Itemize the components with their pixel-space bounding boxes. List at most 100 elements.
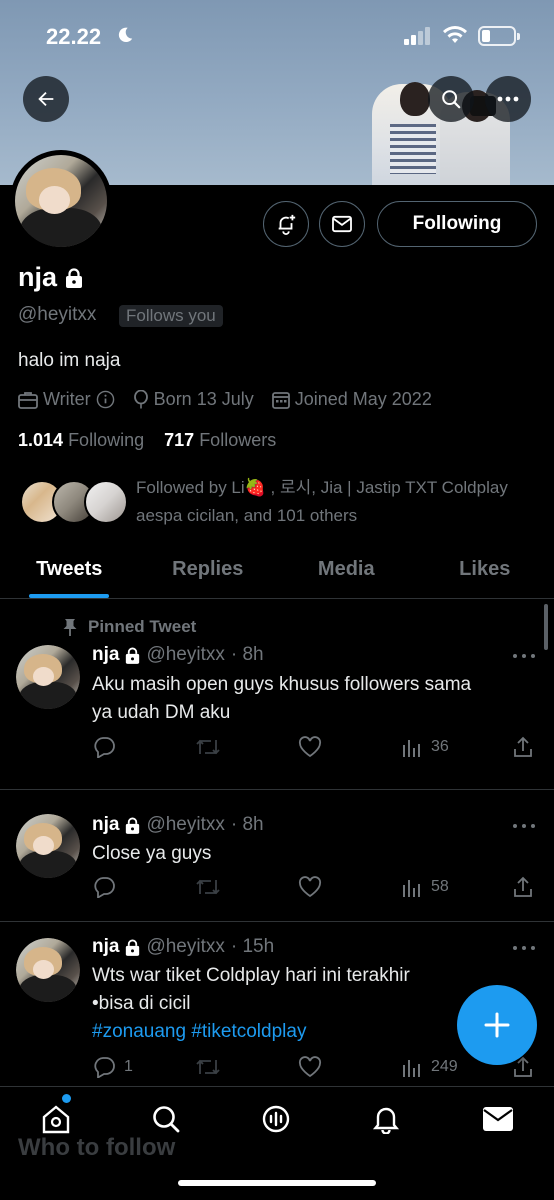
profile-avatar[interactable] [10, 150, 112, 252]
follower-avatar [84, 480, 128, 524]
search-icon [442, 90, 461, 109]
tab-tweets[interactable]: Tweets [0, 540, 139, 598]
tweet-avatar[interactable] [16, 938, 80, 1002]
share-button[interactable] [512, 876, 534, 898]
tweet-more-icon[interactable] [512, 652, 536, 660]
followers-count: 717 [164, 430, 195, 450]
tweet-header: nja @heyitxx · 8h [92, 644, 264, 666]
envelope-icon [483, 1107, 513, 1131]
tweet-author-handle: @heyitxx [146, 814, 225, 835]
who-to-follow-heading: Who to follow [18, 1134, 176, 1161]
heart-icon [298, 736, 322, 758]
balloon-icon [133, 389, 148, 408]
tab-media[interactable]: Media [277, 540, 416, 598]
tweet-header: nja @heyitxx · 8h [92, 814, 264, 836]
nav-search[interactable] [148, 1101, 184, 1137]
views-count: 58 [431, 878, 449, 895]
envelope-icon [332, 215, 352, 233]
search-icon [153, 1106, 180, 1133]
tweet-more-icon[interactable] [512, 944, 536, 952]
follow-stats: 1.014 Following 717 Followers [18, 430, 276, 451]
views-button[interactable]: 58 [401, 876, 449, 898]
lock-icon [126, 647, 140, 664]
profile-category[interactable]: Writer [18, 389, 115, 410]
retweet-button[interactable] [195, 736, 221, 758]
views-button[interactable]: 249 [401, 1056, 458, 1078]
nav-home[interactable] [38, 1101, 74, 1137]
profile-tabs: Tweets Replies Media Likes [0, 540, 554, 599]
following-link[interactable]: 1.014 Following [18, 430, 144, 450]
tweet-card[interactable]: nja @heyitxx · 8h Close ya guys 58 [0, 790, 554, 922]
tweet-card[interactable]: nja @heyitxx · 8h Aku masih open guys kh… [0, 600, 554, 790]
message-button[interactable] [319, 201, 365, 247]
following-button[interactable]: Following [377, 201, 537, 247]
follows-you-badge: Follows you [119, 305, 223, 327]
like-button[interactable] [298, 876, 322, 898]
tweet-time: · 8h [230, 814, 264, 835]
tweet-actions: 1 249 [92, 1056, 538, 1082]
more-options-button[interactable] [485, 76, 531, 122]
profile-name: nja [18, 262, 58, 292]
reply-icon [94, 1057, 115, 1078]
tweet-author-name[interactable]: nja [92, 936, 119, 958]
retweet-icon [196, 1059, 220, 1075]
followed-by-line2: aespa cicilan, and 101 others [136, 506, 358, 525]
nav-notifications[interactable] [368, 1101, 404, 1137]
retweet-button[interactable] [195, 1056, 221, 1078]
nav-spaces[interactable] [258, 1101, 294, 1137]
views-button[interactable]: 36 [401, 736, 449, 758]
followers-link[interactable]: 717 Followers [164, 430, 276, 450]
profile-name-row: nja [18, 262, 83, 293]
notifications-toggle-button[interactable] [263, 201, 309, 247]
tweet-text-line: Aku masih open guys khusus followers sam… [92, 674, 472, 695]
tweet-header: nja @heyitxx · 15h [92, 936, 274, 958]
lock-icon [126, 939, 140, 956]
signal-icon [404, 27, 430, 45]
tweet-more-icon[interactable] [512, 822, 536, 830]
retweet-button[interactable] [195, 876, 221, 898]
reply-button[interactable] [92, 876, 116, 898]
views-count: 36 [431, 738, 449, 755]
arrow-left-icon [38, 91, 54, 107]
more-icon [497, 96, 519, 102]
reply-button[interactable]: 1 [92, 1056, 133, 1078]
tweet-author-name[interactable]: nja [92, 814, 119, 836]
tweet-author-handle: @heyitxx [146, 644, 225, 665]
share-button[interactable] [512, 736, 534, 758]
compose-tweet-button[interactable] [457, 985, 537, 1065]
info-icon[interactable] [96, 390, 115, 409]
tab-likes[interactable]: Likes [416, 540, 554, 598]
category-label: Writer [43, 389, 91, 409]
followed-by-avatars[interactable] [20, 480, 130, 526]
reply-count: 1 [124, 1058, 133, 1075]
tweet-actions: 58 [92, 876, 538, 902]
hashtag-link[interactable]: #tiketcoldplay [191, 1021, 306, 1042]
reply-button[interactable] [92, 736, 116, 758]
moon-icon [118, 27, 133, 43]
search-button[interactable] [428, 76, 474, 122]
reply-icon [94, 737, 115, 758]
retweet-icon [196, 879, 220, 895]
hashtag-link[interactable]: #zonauang [92, 1021, 186, 1042]
home-unread-dot [62, 1094, 71, 1103]
status-bar: 22.22 [0, 0, 554, 70]
tab-replies[interactable]: Replies [139, 540, 278, 598]
tweet-avatar[interactable] [16, 814, 80, 878]
followed-by-text[interactable]: Followed by Li🍓 , 로시, Jia | Jastip TXT C… [136, 474, 546, 530]
tweet-text: Aku masih open guys khusus followers sam… [92, 671, 532, 727]
like-button[interactable] [298, 1056, 322, 1078]
home-icon [42, 1105, 70, 1134]
tweet-avatar[interactable] [16, 645, 80, 709]
tweet-author-name[interactable]: nja [92, 644, 119, 666]
tweet-text-line: ya udah DM aku [92, 702, 231, 723]
heart-icon [298, 876, 322, 898]
plus-icon [484, 1012, 510, 1038]
bell-icon [372, 1107, 400, 1134]
tweet-time: · 15h [230, 936, 275, 957]
back-button[interactable] [23, 76, 69, 122]
heart-icon [298, 1056, 322, 1078]
like-button[interactable] [298, 736, 322, 758]
calendar-icon [271, 391, 290, 409]
nav-messages[interactable] [480, 1101, 516, 1137]
tweet-hashtags: #zonauang #tiketcoldplay [92, 1018, 452, 1046]
